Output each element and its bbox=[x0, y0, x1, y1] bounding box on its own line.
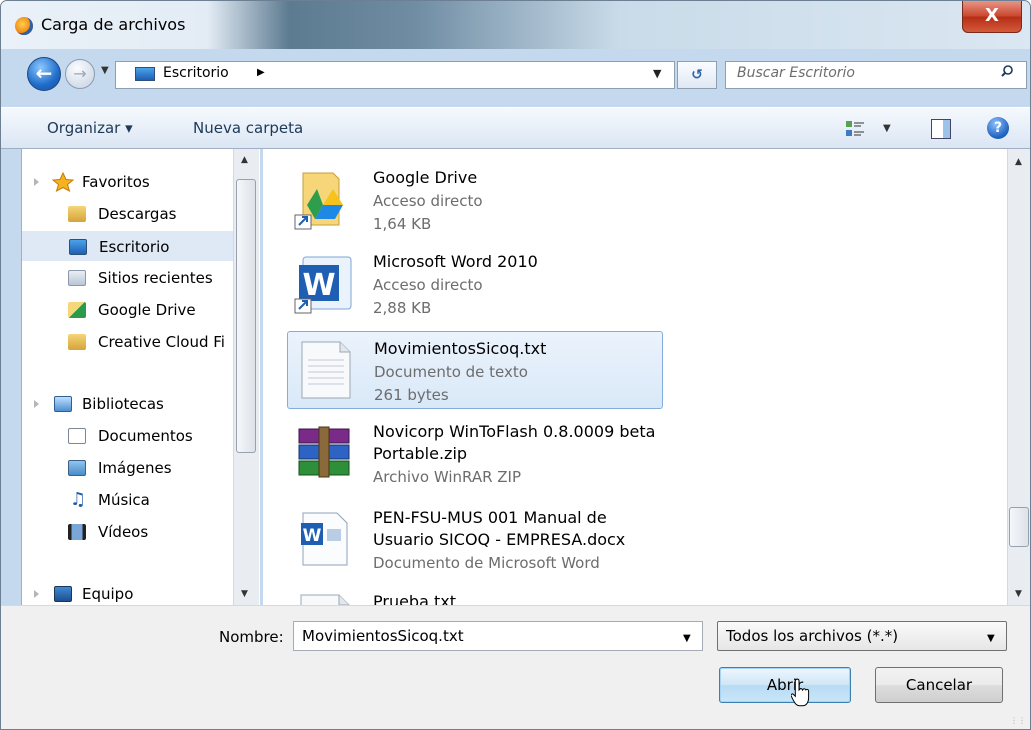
file-item-google-drive[interactable]: Google Drive Acceso directo 1,64 KB bbox=[287, 161, 663, 239]
nav-creative-cloud[interactable]: Creative Cloud Fi bbox=[22, 327, 260, 357]
filename-label: Nombre: bbox=[219, 628, 284, 646]
computer-icon bbox=[54, 586, 72, 602]
desktop-icon bbox=[69, 239, 87, 255]
text-file-icon bbox=[301, 341, 351, 399]
resize-grip-icon[interactable]: ⋮⋮ bbox=[1010, 716, 1026, 725]
recent-pages-dropdown[interactable]: ▼ bbox=[101, 65, 109, 76]
view-dropdown[interactable]: ▼ bbox=[883, 123, 891, 134]
winrar-archive-icon bbox=[298, 426, 350, 478]
text-file-icon bbox=[300, 594, 350, 605]
hand-cursor-icon bbox=[791, 678, 810, 707]
forward-button[interactable]: → bbox=[65, 59, 95, 89]
star-icon bbox=[52, 172, 74, 192]
music-icon: ♫ bbox=[70, 489, 87, 510]
preview-pane-icon[interactable] bbox=[931, 119, 951, 139]
scroll-up-arrow-icon[interactable]: ▲ bbox=[241, 155, 248, 165]
svg-text:W: W bbox=[303, 526, 322, 546]
nav-videos[interactable]: Vídeos bbox=[22, 517, 236, 547]
nav-favorites[interactable]: Favoritos bbox=[22, 167, 236, 197]
file-item-movimientos[interactable]: MovimientosSicoq.txt Documento de texto … bbox=[287, 331, 663, 409]
view-options-icon[interactable] bbox=[845, 119, 865, 139]
file-item-word-2010[interactable]: W Microsoft Word 2010 Acceso directo 2,8… bbox=[287, 245, 663, 323]
pictures-icon bbox=[68, 460, 86, 476]
recent-places-icon bbox=[68, 270, 86, 286]
nav-desktop[interactable]: Escritorio bbox=[22, 231, 236, 261]
google-drive-folder-icon bbox=[68, 302, 86, 318]
search-icon[interactable] bbox=[1001, 65, 1013, 77]
nav-recent-places[interactable]: Sitios recientes bbox=[22, 263, 236, 293]
file-list[interactable]: Google Drive Acceso directo 1,64 KB W Mi… bbox=[263, 149, 1007, 605]
documents-icon bbox=[68, 428, 86, 444]
breadcrumb-chevron-icon[interactable]: ▶ bbox=[257, 67, 265, 78]
scroll-down-arrow-icon[interactable]: ▼ bbox=[1015, 589, 1022, 599]
address-dropdown[interactable]: ▼ bbox=[653, 67, 661, 80]
file-list-scroll-thumb[interactable] bbox=[1009, 507, 1029, 547]
videos-icon bbox=[68, 524, 86, 540]
collapse-arrow-icon[interactable] bbox=[34, 590, 39, 598]
scroll-up-arrow-icon[interactable]: ▲ bbox=[1015, 157, 1022, 167]
back-button[interactable]: ← bbox=[27, 57, 61, 91]
navigation-pane[interactable]: Favoritos Descargas Escritorio Sitios re… bbox=[21, 149, 260, 605]
close-button[interactable]: X bbox=[962, 1, 1022, 33]
filename-dropdown-arrow-icon[interactable]: ▼ bbox=[683, 633, 691, 644]
nav-documents[interactable]: Documentos bbox=[22, 421, 236, 451]
firefox-icon bbox=[15, 17, 33, 35]
nav-google-drive[interactable]: Google Drive bbox=[22, 295, 236, 325]
help-icon[interactable]: ? bbox=[987, 117, 1009, 139]
file-item-prueba[interactable]: Prueba.txt bbox=[287, 585, 663, 605]
breadcrumb-location[interactable]: Escritorio bbox=[163, 65, 229, 81]
file-type-select[interactable]: Todos los archivos (*.*) bbox=[717, 621, 1007, 651]
cancel-button[interactable]: Cancelar bbox=[875, 667, 1003, 703]
word-shortcut-icon: W bbox=[294, 256, 352, 314]
google-drive-shortcut-icon bbox=[294, 172, 343, 230]
desktop-icon bbox=[135, 67, 155, 81]
sidebar-scroll-thumb[interactable] bbox=[236, 179, 256, 453]
svg-text:W: W bbox=[302, 268, 335, 303]
filename-input[interactable]: MovimientosSicoq.txt bbox=[293, 621, 703, 651]
nav-libraries[interactable]: Bibliotecas bbox=[22, 389, 236, 419]
file-type-dropdown-arrow-icon[interactable]: ▼ bbox=[987, 633, 995, 644]
collapse-arrow-icon[interactable] bbox=[34, 178, 39, 186]
file-item-wintoflash[interactable]: Novicorp WinToFlash 0.8.0009 beta Portab… bbox=[287, 415, 663, 493]
file-upload-dialog: Carga de archivos X ← → ▼ Escritorio ▶ ▼… bbox=[0, 0, 1031, 730]
nav-music[interactable]: ♫ Música bbox=[22, 485, 236, 515]
new-folder-button[interactable]: Nueva carpeta bbox=[193, 119, 303, 137]
scroll-down-arrow-icon[interactable]: ▼ bbox=[241, 589, 248, 599]
window-title: Carga de archivos bbox=[41, 15, 186, 34]
collapse-arrow-icon[interactable] bbox=[34, 400, 39, 408]
libraries-icon bbox=[54, 396, 72, 412]
file-item-manual-docx[interactable]: W PEN-FSU-MUS 001 Manual de Usuario SICO… bbox=[287, 501, 663, 579]
open-button[interactable]: Abrir bbox=[719, 667, 851, 703]
organize-button[interactable]: Organizar ▾ bbox=[47, 119, 133, 137]
search-placeholder: Buscar Escritorio bbox=[737, 65, 856, 81]
nav-computer[interactable]: Equipo bbox=[22, 579, 236, 605]
word-document-icon: W bbox=[301, 512, 348, 566]
nav-pictures[interactable]: Imágenes bbox=[22, 453, 236, 483]
nav-downloads[interactable]: Descargas bbox=[22, 199, 236, 229]
refresh-button[interactable]: ↺ bbox=[677, 61, 717, 89]
downloads-folder-icon bbox=[68, 206, 86, 222]
command-bar bbox=[1, 107, 1030, 149]
folder-icon bbox=[68, 334, 86, 350]
